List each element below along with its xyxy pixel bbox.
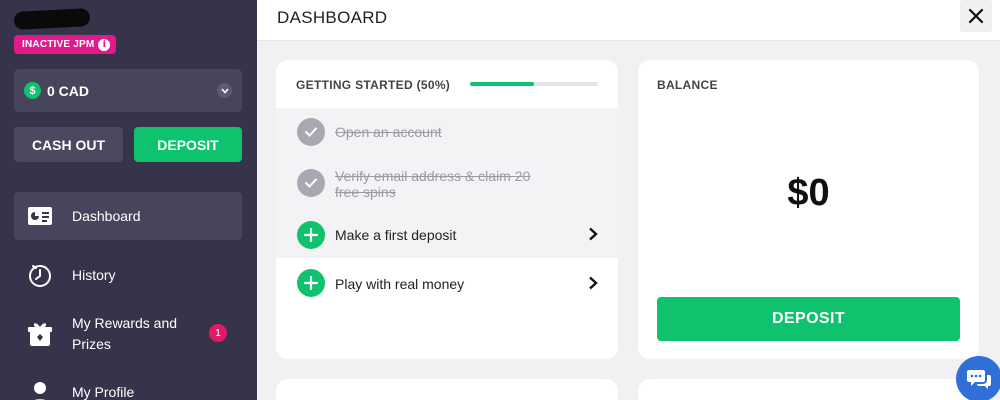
task-label: Open an account [335,124,442,140]
balance-title: BALANCE [657,78,718,92]
getting-started-card: GETTING STARTED (50%) Open an account Ve… [276,60,618,359]
plus-icon [297,269,325,297]
sidebar-item-label: History [72,267,116,283]
main-header: DASHBOARD [257,0,1000,41]
task-item-deposit[interactable]: Make a first deposit [276,210,618,258]
info-icon[interactable]: i [98,38,111,51]
chevron-down-icon[interactable] [217,83,232,98]
check-icon [297,118,325,146]
task-label: Make a first deposit [335,227,457,243]
status-badge[interactable]: INACTIVE JPM i [14,35,117,54]
notification-badge: 1 [209,324,227,342]
sidebar-item-profile[interactable]: My Profile [14,376,242,400]
notifications-card-peek [276,379,618,400]
task-item: Verify email address & claim 20 free spi… [276,156,618,210]
chevron-right-icon [589,227,598,241]
cash-out-button[interactable]: CASH OUT [14,127,123,162]
task-item-play[interactable]: Play with real money [276,258,618,308]
chevron-right-icon [589,276,598,290]
gift-icon [27,321,53,347]
sidebar-item-label: My Rewards and Prizes [72,315,178,352]
close-icon [968,8,984,24]
check-icon [297,169,325,197]
top-games-card-peek [638,379,979,400]
getting-started-title: GETTING STARTED (50%) [296,78,451,92]
plus-icon [297,221,325,249]
chat-icon [967,370,991,389]
redacted-username [13,8,91,30]
page-title: DASHBOARD [277,8,388,27]
balance-dropdown[interactable]: $ 0 CAD [14,69,242,112]
dollar-coin-icon: $ [24,82,41,99]
profile-icon [27,380,53,400]
history-icon [27,262,53,288]
sidebar-item-rewards[interactable]: My Rewards and Prizes 1 [14,312,242,356]
chat-button[interactable] [956,356,1000,400]
sidebar-item-history[interactable]: History [14,258,242,292]
balance-value: $0 [787,172,830,214]
progress-fill [470,82,534,86]
dashboard-icon [27,203,53,229]
task-label: Play with real money [335,276,465,292]
sidebar-item-label: My Profile [72,384,135,400]
task-label: Verify email address & claim 20 free spi… [335,168,531,200]
task-item: Open an account [276,108,618,156]
balance-card: BALANCE $0 DEPOSIT [638,60,979,359]
status-badge-label: INACTIVE JPM [22,39,95,50]
sidebar: INACTIVE JPM i $ 0 CAD CASH OUT DEPOSIT … [0,0,257,400]
sidebar-item-dashboard[interactable]: Dashboard [14,192,242,240]
sidebar-item-label: Dashboard [72,208,141,224]
sidebar-deposit-button[interactable]: DEPOSIT [134,127,242,162]
deposit-button[interactable]: DEPOSIT [657,297,960,341]
close-button[interactable] [960,0,992,32]
balance-amount: 0 CAD [47,82,90,99]
progress-bar [470,82,598,86]
